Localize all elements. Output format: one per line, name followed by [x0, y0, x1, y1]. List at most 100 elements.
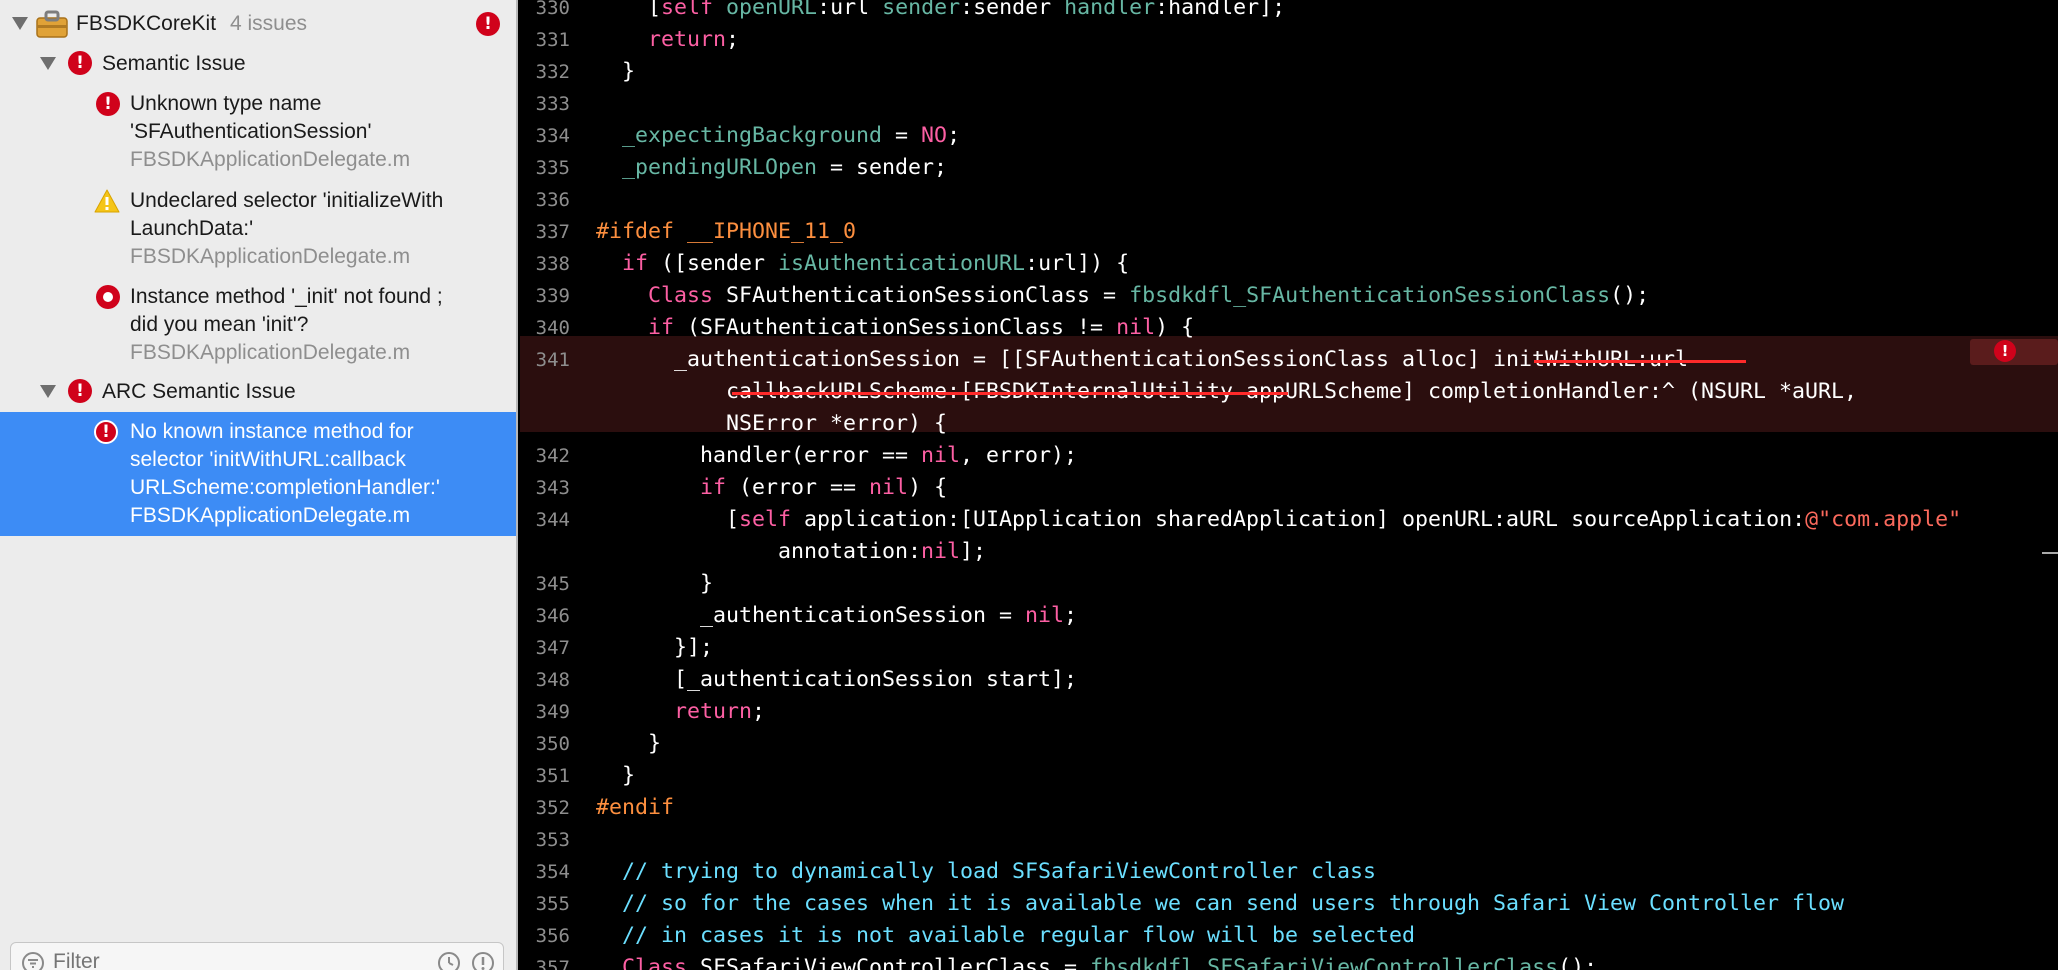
- issue-message-line: Instance method '_init' not found ;: [130, 285, 443, 308]
- filter-input[interactable]: [53, 947, 413, 970]
- line-number: 357: [535, 957, 570, 970]
- code-line[interactable]: // trying to dynamically load SFSafariVi…: [596, 856, 1376, 888]
- disclosure-triangle-icon[interactable]: [12, 17, 28, 30]
- line-number: 344: [535, 509, 570, 531]
- code-line[interactable]: }: [596, 728, 661, 760]
- issue-count: 4 issues: [230, 12, 308, 35]
- code-token: ;: [726, 27, 740, 52]
- warning-icon: [94, 189, 120, 213]
- line-number: 340: [535, 317, 570, 339]
- code-token: Class: [648, 283, 714, 308]
- issue-message-line: 'SFAuthenticationSession': [130, 120, 372, 143]
- code-token: ) {: [1155, 315, 1195, 340]
- code-token: = sender;: [817, 155, 948, 180]
- code-token: nil: [869, 475, 909, 500]
- code-token: self: [661, 0, 714, 20]
- overview-tick: [2042, 552, 2058, 554]
- code-token: // so for the cases when it is available…: [596, 891, 1845, 916]
- code-line[interactable]: }];: [596, 632, 713, 664]
- code-token: // trying to dynamically load SFSafariVi…: [596, 859, 1377, 884]
- code-line[interactable]: #endif: [596, 792, 674, 824]
- issue-item[interactable]: Instance method '_init' not found ; did …: [0, 283, 516, 367]
- code-token: #ifdef __IPHONE_11_0: [596, 219, 857, 244]
- code-line[interactable]: _expectingBackground = NO;: [596, 120, 960, 152]
- code-line[interactable]: return;: [596, 696, 765, 728]
- issue-item-selected[interactable]: ! No known instance method for selector …: [0, 412, 516, 536]
- code-line[interactable]: }: [596, 760, 635, 792]
- source-editor[interactable]: 330 [self openURL:url sender:sender hand…: [520, 0, 2058, 970]
- code-line[interactable]: // so for the cases when it is available…: [596, 888, 1844, 920]
- code-line[interactable]: annotation:nil];: [596, 536, 986, 568]
- code-token: nil: [921, 443, 961, 468]
- code-token: }: [596, 731, 662, 756]
- project-name: FBSDKCoreKit: [76, 12, 217, 35]
- code-line[interactable]: if (SFAuthenticationSessionClass != nil)…: [596, 312, 1194, 344]
- code-line[interactable]: [self openURL:url sender:sender handler:…: [596, 0, 1285, 24]
- code-line[interactable]: // in cases it is not available regular …: [596, 920, 1415, 952]
- code-token: Class: [622, 955, 688, 970]
- issue-file: FBSDKApplicationDelegate.m: [130, 504, 411, 527]
- code-token: _expectingBackground: [622, 123, 883, 148]
- issue-group-title: Semantic Issue: [102, 52, 246, 75]
- code-line[interactable]: [self application:[UIApplication sharedA…: [596, 504, 1961, 536]
- code-line[interactable]: #ifdef __IPHONE_11_0: [596, 216, 856, 248]
- code-line[interactable]: NSError *error) {: [596, 408, 947, 440]
- issue-item[interactable]: Undeclared selector 'initializeWith Laun…: [0, 187, 516, 271]
- code-token: // in cases it is not available regular …: [596, 923, 1416, 948]
- issue-group-title: ARC Semantic Issue: [102, 380, 296, 403]
- code-line[interactable]: }: [596, 56, 635, 88]
- disclosure-triangle-icon[interactable]: [40, 385, 56, 398]
- code-line[interactable]: Class SFSafariViewControllerClass = fbsd…: [596, 952, 1597, 970]
- issue-group-arc-semantic[interactable]: ! ARC Semantic Issue: [0, 376, 516, 410]
- code-line[interactable]: _authenticationSession = nil;: [596, 600, 1077, 632]
- code-token: ;: [752, 699, 766, 724]
- code-line[interactable]: if (error == nil) {: [596, 472, 947, 504]
- code-line[interactable]: _pendingURLOpen = sender;: [596, 152, 947, 184]
- stop-icon: [96, 285, 120, 309]
- code-token: annotation:: [596, 539, 922, 564]
- issue-item[interactable]: ! Unknown type name 'SFAuthenticationSes…: [0, 90, 516, 174]
- code-line[interactable]: Class SFAuthenticationSessionClass = fbs…: [596, 280, 1649, 312]
- line-number: 355: [535, 893, 570, 915]
- code-line[interactable]: _authenticationSession = [[SFAuthenticat…: [596, 344, 1688, 376]
- error-icon: !: [94, 420, 118, 444]
- line-number: 331: [535, 29, 570, 51]
- code-token: :url]) {: [1025, 251, 1130, 276]
- line-number: 330: [535, 0, 570, 19]
- issue-message-line: Unknown type name: [130, 92, 322, 115]
- disclosure-triangle-icon[interactable]: [40, 57, 56, 70]
- errors-only-filter-icon[interactable]: [471, 951, 495, 970]
- code-line[interactable]: handler(error == nil, error);: [596, 440, 1077, 472]
- code-token: }];: [596, 635, 714, 660]
- code-token: sender: [882, 0, 961, 20]
- line-number: 352: [535, 797, 570, 819]
- recent-issues-clock-icon[interactable]: [437, 951, 461, 970]
- error-icon: !: [68, 379, 92, 403]
- code-token: fbsdkdfl_SFAuthenticationSessionClass: [1129, 283, 1611, 308]
- line-number: 349: [535, 701, 570, 723]
- issue-file: FBSDKApplicationDelegate.m: [130, 148, 411, 171]
- code-token: openURL: [726, 0, 818, 20]
- issue-group-semantic[interactable]: ! Semantic Issue: [0, 48, 516, 82]
- code-token: handler: [1064, 0, 1156, 20]
- code-token: fbsdkdfl_SFSafariViewControllerClass: [1090, 955, 1559, 970]
- line-number: 338: [535, 253, 570, 275]
- code-token: }: [596, 571, 714, 596]
- issue-message-line: URLScheme:completionHandler:': [130, 476, 440, 499]
- error-icon: !: [96, 92, 120, 116]
- code-token: }: [596, 59, 636, 84]
- code-token: [: [596, 507, 740, 532]
- line-number: 354: [535, 861, 570, 883]
- code-line[interactable]: return;: [596, 24, 739, 56]
- inline-error-marker[interactable]: !: [1970, 339, 2058, 365]
- code-line[interactable]: [_authenticationSession start];: [596, 664, 1077, 696]
- project-row[interactable]: FBSDKCoreKit 4 issues !: [0, 6, 516, 42]
- code-token: _authenticationSession = [[SFAuthenticat…: [596, 347, 1689, 372]
- code-line[interactable]: if ([sender isAuthenticationURL:url]) {: [596, 248, 1129, 280]
- code-token: self: [739, 507, 792, 532]
- code-line[interactable]: }: [596, 568, 713, 600]
- code-token: return: [648, 27, 727, 52]
